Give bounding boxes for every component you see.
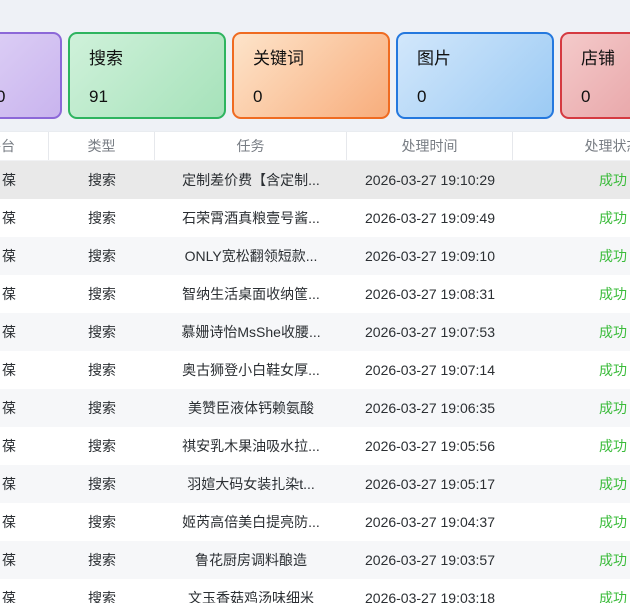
cell-status: 成功 xyxy=(599,172,627,188)
cell-time: 2026-03-27 19:04:37 xyxy=(365,514,495,530)
cell-type: 搜索 xyxy=(88,172,116,188)
cell-platform: 葆 xyxy=(2,324,16,340)
column-header-time: 处理时间 xyxy=(347,132,513,160)
table-row[interactable]: 葆 搜索 鲁花厨房调料酿造 2026-03-27 19:03:57 成功 xyxy=(0,541,630,579)
cell-type: 搜索 xyxy=(88,324,116,340)
cell-time: 2026-03-27 19:03:57 xyxy=(365,552,495,568)
column-header-status: 处理状态 xyxy=(513,132,630,160)
table-header-row: 平台 类型 任务 处理时间 处理状态 xyxy=(0,132,630,161)
cell-platform: 葆 xyxy=(2,400,16,416)
table-row[interactable]: 葆 搜索 祺安乳木果油吸水拉... 2026-03-27 19:05:56 成功 xyxy=(0,427,630,465)
stats-cards-row: 0 搜索 91 关键词 0 图片 0 店铺 0 xyxy=(0,32,630,119)
cell-type: 搜索 xyxy=(88,286,116,302)
stat-card-value: 0 xyxy=(0,87,6,106)
cell-time: 2026-03-27 19:03:18 xyxy=(365,590,495,603)
cell-task: ONLY宽松翻领短款... xyxy=(184,248,318,264)
stat-card-value: 91 xyxy=(89,87,108,106)
stat-card-2[interactable]: 关键词 0 xyxy=(232,32,390,119)
column-header-type: 类型 xyxy=(49,132,155,160)
cell-time: 2026-03-27 19:09:10 xyxy=(365,248,495,264)
cell-time: 2026-03-27 19:10:29 xyxy=(365,172,495,188)
cell-type: 搜索 xyxy=(88,476,116,492)
stat-card-label: 图片 xyxy=(417,49,451,68)
table-row[interactable]: 葆 搜索 奥古狮登小白鞋女厚... 2026-03-27 19:07:14 成功 xyxy=(0,351,630,389)
stat-card-4[interactable]: 店铺 0 xyxy=(560,32,630,119)
table-row[interactable]: 葆 搜索 羽媗大码女装扎染t... 2026-03-27 19:05:17 成功 xyxy=(0,465,630,503)
cell-platform: 葆 xyxy=(2,438,16,454)
cell-task: 定制差价费【含定制... xyxy=(182,172,320,188)
cell-type: 搜索 xyxy=(88,514,116,530)
cell-platform: 葆 xyxy=(2,172,16,188)
table-row[interactable]: 葆 搜索 文玉香菇鸡汤味细米 2026-03-27 19:03:18 成功 xyxy=(0,579,630,603)
table-row[interactable]: 葆 搜索 ONLY宽松翻领短款... 2026-03-27 19:09:10 成… xyxy=(0,237,630,275)
cell-status: 成功 xyxy=(599,514,627,530)
cell-status: 成功 xyxy=(599,438,627,454)
cell-status: 成功 xyxy=(599,248,627,264)
table-row[interactable]: 葆 搜索 慕姗诗怡MsShe收腰... 2026-03-27 19:07:53 … xyxy=(0,313,630,351)
stat-card-label: 搜索 xyxy=(89,49,123,68)
cell-task: 奥古狮登小白鞋女厚... xyxy=(182,362,320,378)
stat-card-1[interactable]: 搜索 91 xyxy=(68,32,226,119)
cell-status: 成功 xyxy=(599,552,627,568)
table-row[interactable]: 葆 搜索 姬芮高倍美白提亮防... 2026-03-27 19:04:37 成功 xyxy=(0,503,630,541)
cell-time: 2026-03-27 19:07:53 xyxy=(365,324,495,340)
cell-status: 成功 xyxy=(599,476,627,492)
cell-time: 2026-03-27 19:07:14 xyxy=(365,362,495,378)
cell-task: 鲁花厨房调料酿造 xyxy=(195,552,307,568)
cell-status: 成功 xyxy=(599,210,627,226)
cell-time: 2026-03-27 19:06:35 xyxy=(365,400,495,416)
stat-card-value: 0 xyxy=(581,87,591,106)
cell-status: 成功 xyxy=(599,590,627,603)
cell-type: 搜索 xyxy=(88,400,116,416)
cell-type: 搜索 xyxy=(88,362,116,378)
cell-type: 搜索 xyxy=(88,438,116,454)
cell-time: 2026-03-27 19:05:17 xyxy=(365,476,495,492)
table-row[interactable]: 葆 搜索 定制差价费【含定制... 2026-03-27 19:10:29 成功 xyxy=(0,161,630,199)
column-header-platform: 平台 xyxy=(0,132,49,160)
cell-task: 羽媗大码女装扎染t... xyxy=(187,476,315,492)
cell-type: 搜索 xyxy=(88,552,116,568)
stat-card-label: 关键词 xyxy=(253,49,304,68)
cell-platform: 葆 xyxy=(2,248,16,264)
cell-task: 美赞臣液体钙赖氨酸 xyxy=(188,400,314,416)
task-table-inner: 平台 类型 任务 处理时间 处理状态 葆 搜索 定制差价费【含定制... 202… xyxy=(0,132,630,603)
cell-type: 搜索 xyxy=(88,248,116,264)
cell-task: 石荣霄酒真粮壹号酱... xyxy=(182,210,320,226)
cell-task: 慕姗诗怡MsShe收腰... xyxy=(181,324,321,340)
stat-card-label xyxy=(0,47,60,71)
stat-card-3[interactable]: 图片 0 xyxy=(396,32,554,119)
cell-platform: 葆 xyxy=(2,476,16,492)
stat-card-label: 店铺 xyxy=(581,49,615,68)
cell-platform: 葆 xyxy=(2,590,16,603)
cell-task: 姬芮高倍美白提亮防... xyxy=(182,514,320,530)
table-row[interactable]: 葆 搜索 智纳生活桌面收纳筐... 2026-03-27 19:08:31 成功 xyxy=(0,275,630,313)
cell-task: 智纳生活桌面收纳筐... xyxy=(182,286,320,302)
stat-card-value: 0 xyxy=(417,87,427,106)
column-header-task: 任务 xyxy=(155,132,347,160)
task-table: 平台 类型 任务 处理时间 处理状态 葆 搜索 定制差价费【含定制... 202… xyxy=(0,131,630,603)
cell-time: 2026-03-27 19:08:31 xyxy=(365,286,495,302)
cell-time: 2026-03-27 19:09:49 xyxy=(365,210,495,226)
table-row[interactable]: 葆 搜索 美赞臣液体钙赖氨酸 2026-03-27 19:06:35 成功 xyxy=(0,389,630,427)
stat-card-value: 0 xyxy=(253,87,263,106)
cell-platform: 葆 xyxy=(2,514,16,530)
cell-status: 成功 xyxy=(599,324,627,340)
cell-status: 成功 xyxy=(599,286,627,302)
dashboard-page: 0 搜索 91 关键词 0 图片 0 店铺 0 平台 类型 任务 处理时间 处理… xyxy=(0,0,630,603)
cell-status: 成功 xyxy=(599,400,627,416)
table-body: 葆 搜索 定制差价费【含定制... 2026-03-27 19:10:29 成功… xyxy=(0,161,630,603)
cell-type: 搜索 xyxy=(88,590,116,603)
cell-platform: 葆 xyxy=(2,286,16,302)
stat-card-0[interactable]: 0 xyxy=(0,32,62,119)
cell-platform: 葆 xyxy=(2,362,16,378)
table-row[interactable]: 葆 搜索 石荣霄酒真粮壹号酱... 2026-03-27 19:09:49 成功 xyxy=(0,199,630,237)
cell-platform: 葆 xyxy=(2,552,16,568)
cell-task: 文玉香菇鸡汤味细米 xyxy=(188,590,314,603)
cell-status: 成功 xyxy=(599,362,627,378)
cell-task: 祺安乳木果油吸水拉... xyxy=(182,438,320,454)
cell-platform: 葆 xyxy=(2,210,16,226)
cell-type: 搜索 xyxy=(88,210,116,226)
cell-time: 2026-03-27 19:05:56 xyxy=(365,438,495,454)
